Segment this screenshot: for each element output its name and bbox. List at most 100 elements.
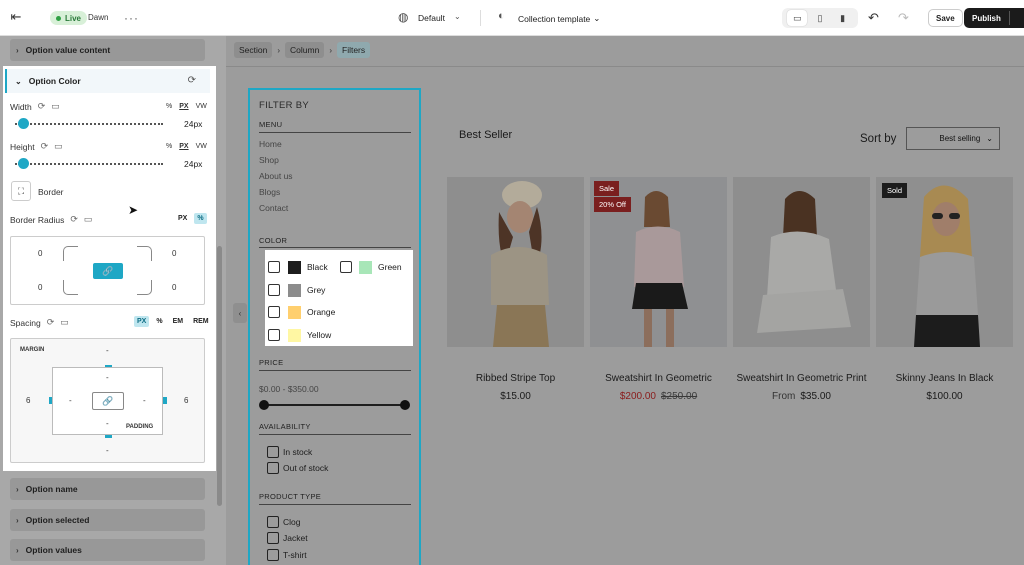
more-icon[interactable]: ··· (124, 11, 139, 25)
link-icon[interactable]: 🔗 (92, 392, 124, 410)
border-icon[interactable]: ⛶ (11, 181, 31, 201)
product-image[interactable]: Sale 20% Off (590, 177, 727, 347)
product-type-item[interactable]: Jacket (283, 533, 308, 543)
desktop-icon[interactable]: ▭ (84, 214, 93, 225)
undo-icon[interactable]: ↶ (868, 10, 879, 26)
margin-right-value[interactable]: 6 (184, 396, 188, 405)
unit-px[interactable]: PX (179, 143, 188, 150)
unit-percent[interactable]: % (194, 213, 207, 224)
checkbox[interactable] (340, 261, 352, 273)
color-swatch-green[interactable] (359, 261, 372, 274)
desktop-icon[interactable]: ▭ (54, 141, 63, 152)
option-color-header[interactable]: ⌄ Option Color ⟳ (5, 69, 210, 93)
section-option-name[interactable]: › Option name (10, 478, 205, 500)
product-type-item[interactable]: T-shirt (283, 550, 307, 560)
availability-in-stock[interactable]: In stock (283, 447, 312, 457)
save-button[interactable]: Save (928, 9, 963, 27)
menu-link[interactable]: Contact (259, 203, 288, 213)
margin-left-value[interactable]: 6 (26, 396, 30, 405)
unit-rem[interactable]: REM (190, 316, 212, 327)
height-value[interactable]: 24px (184, 159, 202, 169)
radius-bottom-left[interactable]: 0 (38, 283, 42, 292)
link-icon[interactable]: 🔗 (93, 263, 123, 279)
panel-scrollbar[interactable] (217, 246, 222, 506)
height-slider[interactable] (15, 163, 163, 165)
padding-top-value[interactable]: - (106, 373, 109, 382)
price-max-handle[interactable] (400, 400, 410, 410)
chevron-down-icon[interactable]: ⌄ (454, 12, 461, 21)
breadcrumb-filters[interactable]: Filters (337, 42, 371, 58)
checkbox[interactable] (268, 306, 280, 318)
unit-vw[interactable]: VW (196, 143, 207, 150)
unit-vw[interactable]: VW (196, 103, 207, 110)
radius-top-right[interactable]: 0 (172, 249, 176, 258)
section-option-values[interactable]: › Option values (10, 539, 205, 561)
margin-top-value[interactable]: - (106, 346, 109, 355)
checkbox[interactable] (268, 261, 280, 273)
filter-block[interactable]: FILTER BY MENU Home Shop About us Blogs … (248, 88, 421, 565)
unit-percent[interactable]: % (166, 103, 172, 110)
collapse-panel-handle[interactable]: ‹ (233, 303, 247, 323)
breadcrumb-section[interactable]: Section (234, 42, 273, 58)
redo-icon[interactable]: ↷ (898, 10, 909, 26)
height-slider-thumb[interactable] (18, 158, 30, 169)
checkbox[interactable] (268, 284, 280, 296)
unit-px[interactable]: PX (179, 103, 188, 110)
section-option-selected[interactable]: › Option selected (10, 509, 205, 531)
menu-link[interactable]: About us (259, 171, 293, 181)
color-swatch-orange[interactable] (288, 306, 301, 319)
product-image[interactable] (447, 177, 584, 347)
reset-icon[interactable]: ⟳ (188, 75, 196, 86)
price-slider[interactable] (261, 404, 404, 406)
product-card[interactable]: Sold Skinny Jeans In Black $100.00 (876, 177, 1013, 402)
product-image[interactable]: Sold (876, 177, 1013, 347)
desktop-icon[interactable]: ▭ (51, 101, 60, 112)
radius-bottom-right[interactable]: 0 (172, 283, 176, 292)
unit-px[interactable]: PX (134, 316, 150, 327)
checkbox[interactable] (267, 446, 279, 458)
reset-icon[interactable]: ⟳ (47, 317, 55, 328)
unit-percent[interactable]: % (153, 316, 165, 327)
product-name[interactable]: Ribbed Stripe Top (447, 371, 584, 386)
margin-bottom-value[interactable]: - (106, 446, 109, 455)
checkbox[interactable] (267, 532, 279, 544)
radius-top-left[interactable]: 0 (38, 249, 42, 258)
template-selector[interactable]: Collection template ⌄ (518, 13, 600, 24)
width-value[interactable]: 24px (184, 119, 202, 129)
product-card[interactable]: Ribbed Stripe Top $15.00 (447, 177, 584, 402)
padding-bottom-value[interactable]: - (106, 419, 109, 428)
menu-link[interactable]: Home (259, 139, 282, 149)
tablet-icon[interactable]: ▯ (810, 10, 830, 26)
exit-icon[interactable]: ⇤ (8, 9, 24, 25)
product-name[interactable]: Sweatshirt In Geometric (590, 371, 727, 386)
color-swatch-grey[interactable] (288, 284, 301, 297)
reset-icon[interactable]: ⟳ (38, 101, 46, 112)
menu-link[interactable]: Blogs (259, 187, 280, 197)
desktop-icon[interactable]: ▭ (787, 10, 808, 26)
padding-left-value[interactable]: - (69, 396, 72, 405)
product-card[interactable]: Sale 20% Off Sweatshirt In Geometric $20… (590, 177, 727, 402)
product-image[interactable] (733, 177, 870, 347)
product-card[interactable]: Sweatshirt In Geometric Print From $35.00 (733, 177, 870, 402)
reset-icon[interactable]: ⟳ (41, 141, 49, 152)
checkbox[interactable] (267, 462, 279, 474)
availability-out-of-stock[interactable]: Out of stock (283, 463, 328, 473)
mobile-icon[interactable]: ▮ (833, 10, 853, 26)
language-selector[interactable]: Default (418, 13, 445, 23)
publish-button[interactable]: Publish (964, 8, 1024, 28)
sort-select[interactable]: Best selling ⌄ (906, 127, 1000, 150)
menu-link[interactable]: Shop (259, 155, 279, 165)
reset-icon[interactable]: ⟳ (70, 214, 78, 225)
border-label[interactable]: Border (38, 187, 64, 197)
breadcrumb-column[interactable]: Column (285, 42, 325, 58)
desktop-icon[interactable]: ▭ (60, 317, 69, 328)
product-name[interactable]: Sweatshirt In Geometric Print (733, 371, 870, 386)
product-type-item[interactable]: Clog (283, 517, 300, 527)
color-swatch-yellow[interactable] (288, 329, 301, 342)
product-name[interactable]: Skinny Jeans In Black (876, 371, 1013, 386)
width-slider[interactable] (15, 123, 163, 125)
color-swatch-black[interactable] (288, 261, 301, 274)
price-min-handle[interactable] (259, 400, 269, 410)
unit-percent[interactable]: % (166, 143, 172, 150)
width-slider-thumb[interactable] (18, 118, 30, 129)
